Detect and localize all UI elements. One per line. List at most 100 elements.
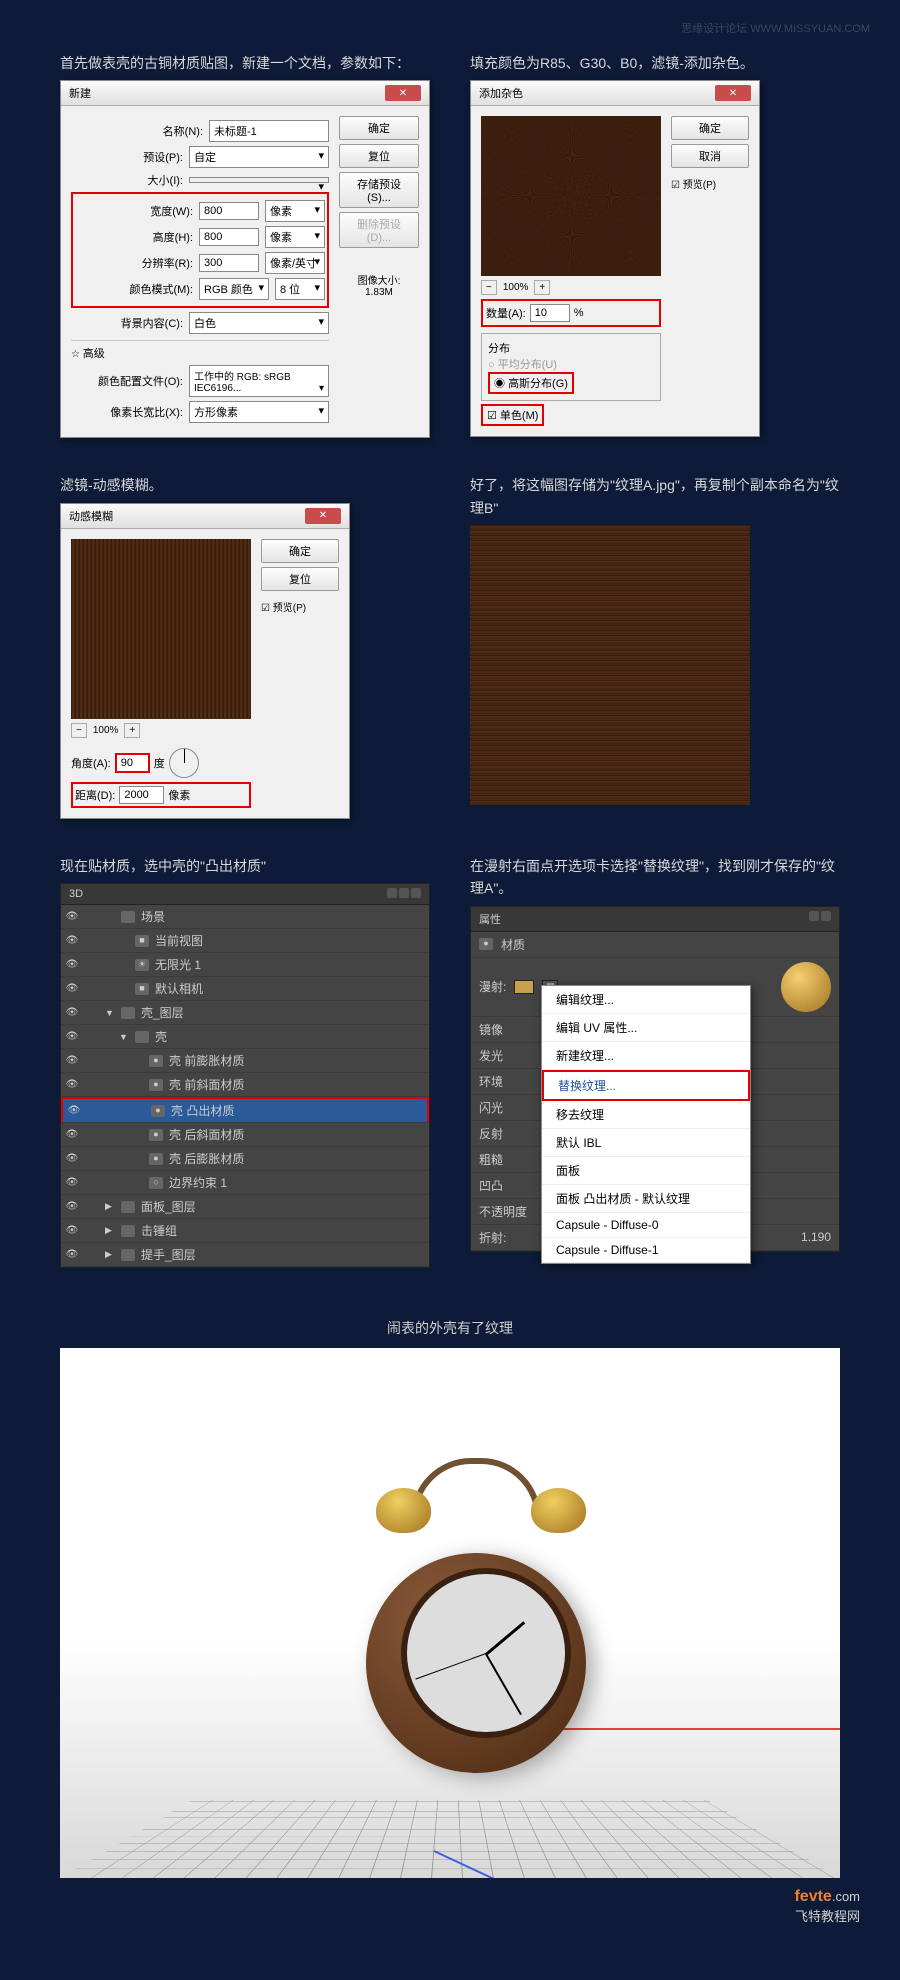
preview-checkbox[interactable]: 预览(P) xyxy=(273,603,306,614)
menu-item[interactable]: 编辑 UV 属性... xyxy=(542,1014,750,1042)
menu-item[interactable]: 编辑纹理... xyxy=(542,986,750,1014)
layer-row[interactable]: 👁■当前视图 xyxy=(61,929,429,953)
zoom-in-button[interactable]: + xyxy=(534,280,550,295)
layer-row[interactable]: 👁●壳 前膨胀材质 xyxy=(61,1049,429,1073)
menu-item[interactable]: Capsule - Diffuse-0 xyxy=(542,1213,750,1238)
menu-item[interactable]: 默认 IBL xyxy=(542,1129,750,1157)
layer-row[interactable]: 👁●壳 凸出材质 xyxy=(61,1097,429,1123)
layer-row[interactable]: 👁■默认相机 xyxy=(61,977,429,1001)
height-label: 高度(H): xyxy=(123,229,193,245)
advanced-toggle[interactable]: 高级 xyxy=(83,348,105,360)
preview-checkbox[interactable]: 预览(P) xyxy=(683,180,716,191)
zoom-out-button[interactable]: − xyxy=(71,723,87,738)
zoom-out-button[interactable]: − xyxy=(481,280,497,295)
size-select[interactable] xyxy=(189,177,329,183)
amount-input[interactable]: 10 xyxy=(530,304,570,322)
ok-button[interactable]: 确定 xyxy=(339,116,419,140)
layer-row[interactable]: 👁场景 xyxy=(61,905,429,929)
expand-icon[interactable]: ▼ xyxy=(119,1032,129,1042)
resolution-unit[interactable]: 像素/英寸 xyxy=(265,252,325,274)
monochrome-checkbox[interactable]: 单色(M) xyxy=(500,410,539,422)
close-icon[interactable]: ✕ xyxy=(385,85,421,101)
reset-button[interactable]: 复位 xyxy=(261,567,339,591)
preset-select[interactable]: 自定 xyxy=(189,146,329,168)
menu-item[interactable]: 替换纹理... xyxy=(542,1070,750,1101)
layer-row[interactable]: 👁▼壳_图层 xyxy=(61,1001,429,1025)
caption-add-noise: 填充颜色为R85、G30、B0，滤镜-添加杂色。 xyxy=(470,46,840,80)
menu-item[interactable]: 面板 xyxy=(542,1157,750,1185)
ok-button[interactable]: 确定 xyxy=(671,116,749,140)
colormode-select[interactable]: RGB 颜色 xyxy=(199,278,269,300)
caption-apply-material: 现在贴材质，选中壳的"凸出材质" xyxy=(60,849,430,883)
visibility-icon[interactable]: 👁 xyxy=(65,1007,79,1018)
menu-item[interactable]: Capsule - Diffuse-1 xyxy=(542,1238,750,1263)
distance-input[interactable]: 2000 xyxy=(119,786,164,804)
layer-row[interactable]: 👁 ▶ 面板_图层 xyxy=(61,1195,429,1219)
depth-select[interactable]: 8 位 xyxy=(275,278,325,300)
visibility-icon[interactable]: 👁 xyxy=(65,983,79,994)
layer-row[interactable]: 👁▶击锤组 xyxy=(61,1219,429,1243)
expand-icon[interactable]: ▶ xyxy=(105,1201,115,1212)
expand-icon[interactable]: ▶ xyxy=(105,1249,115,1260)
layer-row[interactable]: 👁▼壳 xyxy=(61,1025,429,1049)
dist-gaussian-radio[interactable]: 高斯分布(G) xyxy=(508,378,568,390)
visibility-icon[interactable]: 👁 xyxy=(65,1055,79,1066)
expand-icon[interactable]: ▶ xyxy=(105,1225,115,1236)
layer-row[interactable]: 👁●壳 后膨胀材质 xyxy=(61,1147,429,1171)
layer-type-icon: ■ xyxy=(135,935,149,947)
layer-row[interactable]: 👁○边界约束 1 xyxy=(61,1171,429,1195)
visibility-icon[interactable]: 👁 xyxy=(65,1153,79,1164)
layer-label: 面板_图层 xyxy=(141,1198,196,1215)
noise-title: 添加杂色 xyxy=(479,85,523,101)
profile-select[interactable]: 工作中的 RGB: sRGB IEC6196... xyxy=(189,365,329,397)
angle-input[interactable]: 90 xyxy=(115,753,150,773)
texture-context-menu: 编辑纹理...编辑 UV 属性...新建纹理...替换纹理...移去纹理默认 I… xyxy=(541,985,751,1264)
panel-menu-icon[interactable] xyxy=(387,888,421,900)
panel-menu-icon[interactable] xyxy=(809,911,831,927)
name-input[interactable]: 未标题-1 xyxy=(209,120,329,142)
visibility-icon[interactable]: 👁 xyxy=(65,1201,79,1212)
menu-item[interactable]: 新建纹理... xyxy=(542,1042,750,1070)
resolution-input[interactable]: 300 xyxy=(199,254,259,272)
zoom-in-button[interactable]: + xyxy=(124,723,140,738)
diffuse-swatch[interactable] xyxy=(514,980,534,994)
render-result-image xyxy=(60,1348,840,1878)
visibility-icon[interactable]: 👁 xyxy=(65,911,79,922)
distance-label: 距离(D): xyxy=(75,787,115,803)
width-unit[interactable]: 像素 xyxy=(265,200,325,222)
visibility-icon[interactable]: 👁 xyxy=(67,1105,81,1116)
layer-type-icon xyxy=(121,1007,135,1019)
close-icon[interactable]: ✕ xyxy=(715,85,751,101)
dist-uniform-radio[interactable]: 平均分布(U) xyxy=(498,359,557,371)
visibility-icon[interactable]: 👁 xyxy=(65,1177,79,1188)
height-input[interactable]: 800 xyxy=(199,228,259,246)
angle-dial[interactable] xyxy=(169,748,199,778)
visibility-icon[interactable]: 👁 xyxy=(65,1079,79,1090)
visibility-icon[interactable]: 👁 xyxy=(65,1129,79,1140)
visibility-icon[interactable]: 👁 xyxy=(65,1225,79,1236)
bg-select[interactable]: 白色 xyxy=(189,312,329,334)
visibility-icon[interactable]: 👁 xyxy=(65,935,79,946)
aspect-select[interactable]: 方形像素 xyxy=(189,401,329,423)
reset-button[interactable]: 复位 xyxy=(339,144,419,168)
layer-row[interactable]: 👁☀无限光 1 xyxy=(61,953,429,977)
visibility-icon[interactable]: 👁 xyxy=(65,1249,79,1260)
bg-label: 背景内容(C): xyxy=(113,315,183,331)
layer-row[interactable]: 👁●壳 前斜面材质 xyxy=(61,1073,429,1097)
menu-item[interactable]: 面板 凸出材质 - 默认纹理 xyxy=(542,1185,750,1213)
height-unit[interactable]: 像素 xyxy=(265,226,325,248)
layer-type-icon xyxy=(135,1031,149,1043)
layer-row[interactable]: 👁●壳 后斜面材质 xyxy=(61,1123,429,1147)
layer-row[interactable]: 👁▶提手_图层 xyxy=(61,1243,429,1267)
ok-button[interactable]: 确定 xyxy=(261,539,339,563)
expand-icon[interactable]: ▼ xyxy=(105,1008,115,1018)
visibility-icon[interactable]: 👁 xyxy=(65,1031,79,1042)
visibility-icon[interactable]: 👁 xyxy=(65,959,79,970)
clock-model xyxy=(356,1503,606,1783)
width-input[interactable]: 800 xyxy=(199,202,259,220)
close-icon[interactable]: ✕ xyxy=(305,508,341,524)
menu-item[interactable]: 移去纹理 xyxy=(542,1101,750,1129)
save-preset-button[interactable]: 存储预设(S)... xyxy=(339,172,419,208)
dialog-titlebar: 新建 ✕ xyxy=(61,81,429,106)
cancel-button[interactable]: 取消 xyxy=(671,144,749,168)
